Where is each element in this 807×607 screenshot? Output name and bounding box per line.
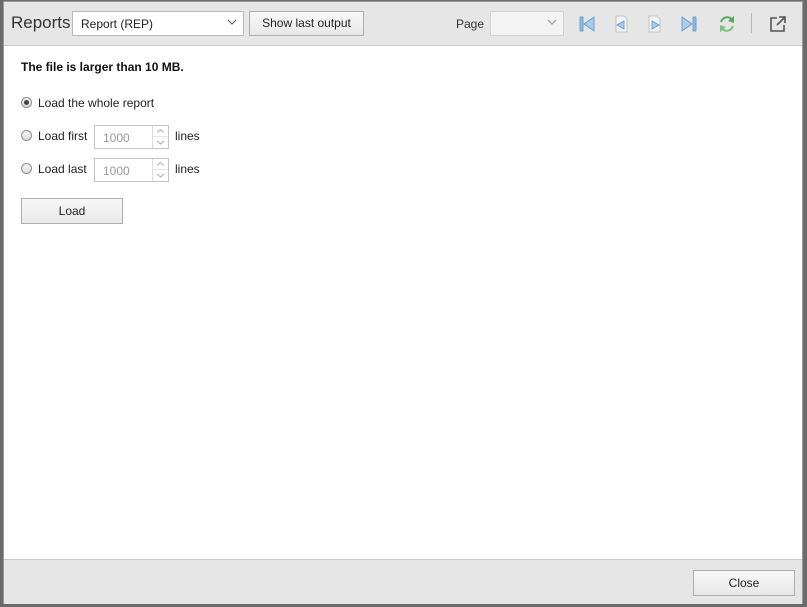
load-whole-radio[interactable] — [21, 97, 32, 108]
show-last-output-button[interactable]: Show last output — [249, 11, 364, 36]
load-button[interactable]: Load — [21, 198, 123, 224]
dialog-footer: Close — [4, 559, 802, 604]
next-page-icon[interactable] — [645, 14, 665, 34]
first-page-icon[interactable] — [577, 14, 597, 34]
load-first-radio[interactable] — [21, 130, 32, 141]
load-first-unit: lines — [175, 129, 200, 143]
dialog-header: Reports Report (REP) Show last output Pa… — [4, 2, 802, 46]
last-page-icon[interactable] — [679, 14, 699, 34]
page-label: Page — [456, 17, 485, 31]
file-size-message: The file is larger than 10 MB. — [21, 60, 184, 74]
report-select-value: Report (REP) — [81, 17, 154, 31]
reports-dialog: Reports Report (REP) Show last output Pa… — [3, 1, 803, 604]
stepper-buttons — [152, 159, 168, 181]
chevron-down-icon — [227, 19, 237, 25]
stepper-buttons — [152, 126, 168, 148]
stepper-down-icon[interactable] — [153, 170, 168, 181]
load-last-value[interactable]: 1000 — [103, 164, 130, 178]
stepper-up-icon[interactable] — [153, 126, 168, 137]
open-external-icon[interactable] — [768, 14, 788, 34]
previous-page-icon[interactable] — [611, 14, 631, 34]
close-button[interactable]: Close — [693, 570, 795, 596]
dialog-title: Reports — [11, 13, 71, 32]
load-whole-label[interactable]: Load the whole report — [38, 96, 154, 110]
load-last-stepper[interactable]: 1000 — [94, 158, 169, 182]
option-load-last: Load last 1000 lines — [21, 158, 221, 182]
load-first-value[interactable]: 1000 — [103, 131, 130, 145]
page-select[interactable] — [490, 11, 564, 36]
dialog-content: The file is larger than 10 MB. Load the … — [4, 46, 802, 559]
refresh-icon[interactable] — [717, 14, 737, 34]
load-last-label[interactable]: Load last — [38, 162, 87, 176]
option-load-first: Load first 1000 lines — [21, 125, 221, 149]
report-select[interactable]: Report (REP) — [72, 11, 244, 36]
stepper-down-icon[interactable] — [153, 137, 168, 148]
stepper-up-icon[interactable] — [153, 159, 168, 170]
load-last-radio[interactable] — [21, 163, 32, 174]
load-first-label[interactable]: Load first — [38, 129, 87, 143]
toolbar-separator — [751, 13, 752, 33]
load-last-unit: lines — [175, 162, 200, 176]
load-first-stepper[interactable]: 1000 — [94, 125, 169, 149]
chevron-down-icon — [547, 19, 557, 25]
